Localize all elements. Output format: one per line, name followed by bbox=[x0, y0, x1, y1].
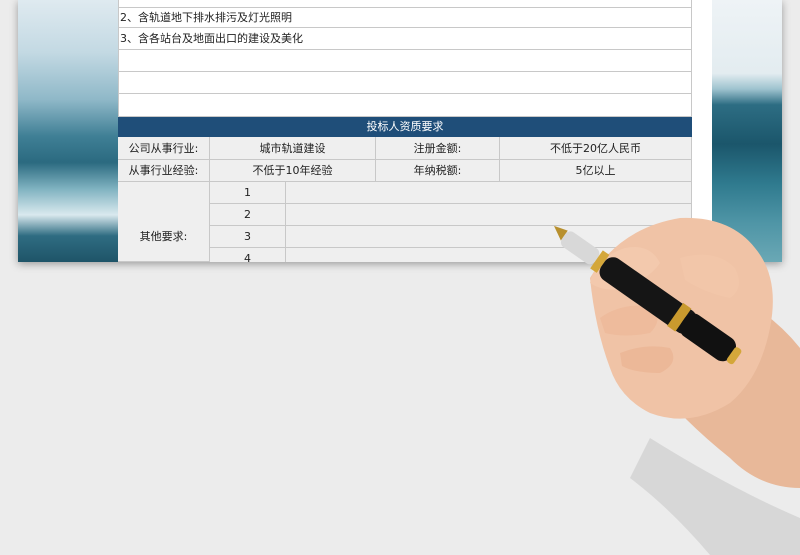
value-experience[interactable]: 不低于10年经验 bbox=[210, 160, 376, 182]
label-industry: 公司从事行业: bbox=[118, 137, 210, 160]
label-annual-tax: 年纳税额: bbox=[376, 160, 500, 182]
requirement-number: 1 bbox=[210, 182, 286, 204]
list-item-2-text: 2、含轨道地下排水排污及灯光照明 bbox=[120, 11, 292, 24]
requirement-number: 3 bbox=[210, 226, 286, 248]
list-item-3-text: 3、含各站台及地面出口的建设及美化 bbox=[120, 32, 303, 45]
value-industry[interactable]: 城市轨道建设 bbox=[210, 137, 376, 160]
ocean-wave-decoration-left bbox=[18, 0, 118, 262]
empty-row[interactable] bbox=[118, 94, 692, 117]
hand-with-pen-illustration bbox=[553, 217, 800, 555]
value-registered-capital[interactable]: 不低于20亿人民币 bbox=[500, 137, 692, 160]
list-item-3[interactable]: 3、含各站台及地面出口的建设及美化 bbox=[118, 28, 692, 50]
list-item-1-partial bbox=[118, 0, 692, 8]
requirement-number: 4 bbox=[210, 248, 286, 262]
label-other-requirements: 其他要求: bbox=[118, 182, 210, 262]
empty-row[interactable] bbox=[118, 50, 692, 72]
section-header-qualification: 投标人资质要求 bbox=[118, 117, 692, 137]
label-experience: 从事行业经验: bbox=[118, 160, 210, 182]
label-registered-capital: 注册金额: bbox=[376, 137, 500, 160]
list-item-2[interactable]: 2、含轨道地下排水排污及灯光照明 bbox=[118, 8, 692, 28]
requirement-number: 2 bbox=[210, 204, 286, 226]
value-annual-tax[interactable]: 5亿以上 bbox=[500, 160, 692, 182]
pen-grip bbox=[560, 231, 600, 265]
empty-row[interactable] bbox=[118, 72, 692, 94]
